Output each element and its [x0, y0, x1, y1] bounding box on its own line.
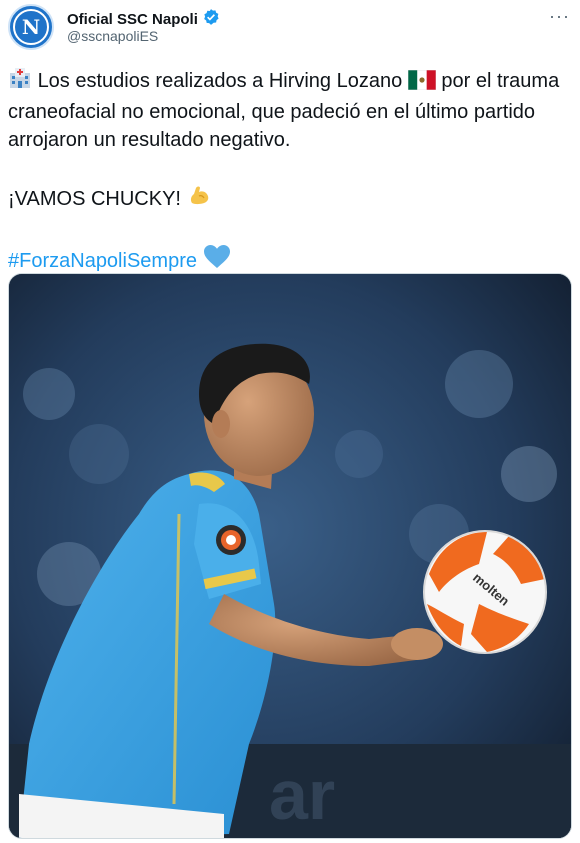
account-handle[interactable]: @sscnapoliES	[67, 28, 158, 44]
mexico-flag-emoji-icon	[407, 69, 437, 98]
tweet-text-part-1: Los estudios realizados a Hirving Lozano	[37, 70, 403, 92]
tweet-paragraph-1: Los estudios realizados a Hirving Lozano…	[8, 66, 568, 154]
ball: molten	[423, 530, 547, 654]
tweet-paragraph-2: ¡VAMOS CHUCKY!	[8, 182, 568, 216]
display-name[interactable]: Oficial SSC Napoli	[67, 11, 198, 28]
hospital-emoji-icon	[8, 66, 32, 98]
tweet-body: Los estudios realizados a Hirving Lozano…	[8, 66, 568, 278]
verified-badge-icon	[202, 8, 220, 31]
hashtag-link[interactable]: #ForzaNapoliSempre	[8, 250, 197, 272]
tweet-header: N Oficial SSC Napoli @sscnapoliES ···	[8, 4, 572, 50]
svg-text:ar: ar	[269, 756, 335, 834]
napoli-logo-icon: N	[13, 9, 49, 45]
account-avatar[interactable]: N	[8, 4, 54, 50]
player-photo-illustration: ar molten	[9, 274, 571, 838]
flexed-biceps-emoji-icon	[187, 182, 213, 216]
more-options-icon[interactable]: ···	[549, 6, 570, 27]
tweet-photo[interactable]: ar molten	[8, 273, 572, 839]
vamos-chucky-text: ¡VAMOS CHUCKY!	[8, 188, 181, 210]
